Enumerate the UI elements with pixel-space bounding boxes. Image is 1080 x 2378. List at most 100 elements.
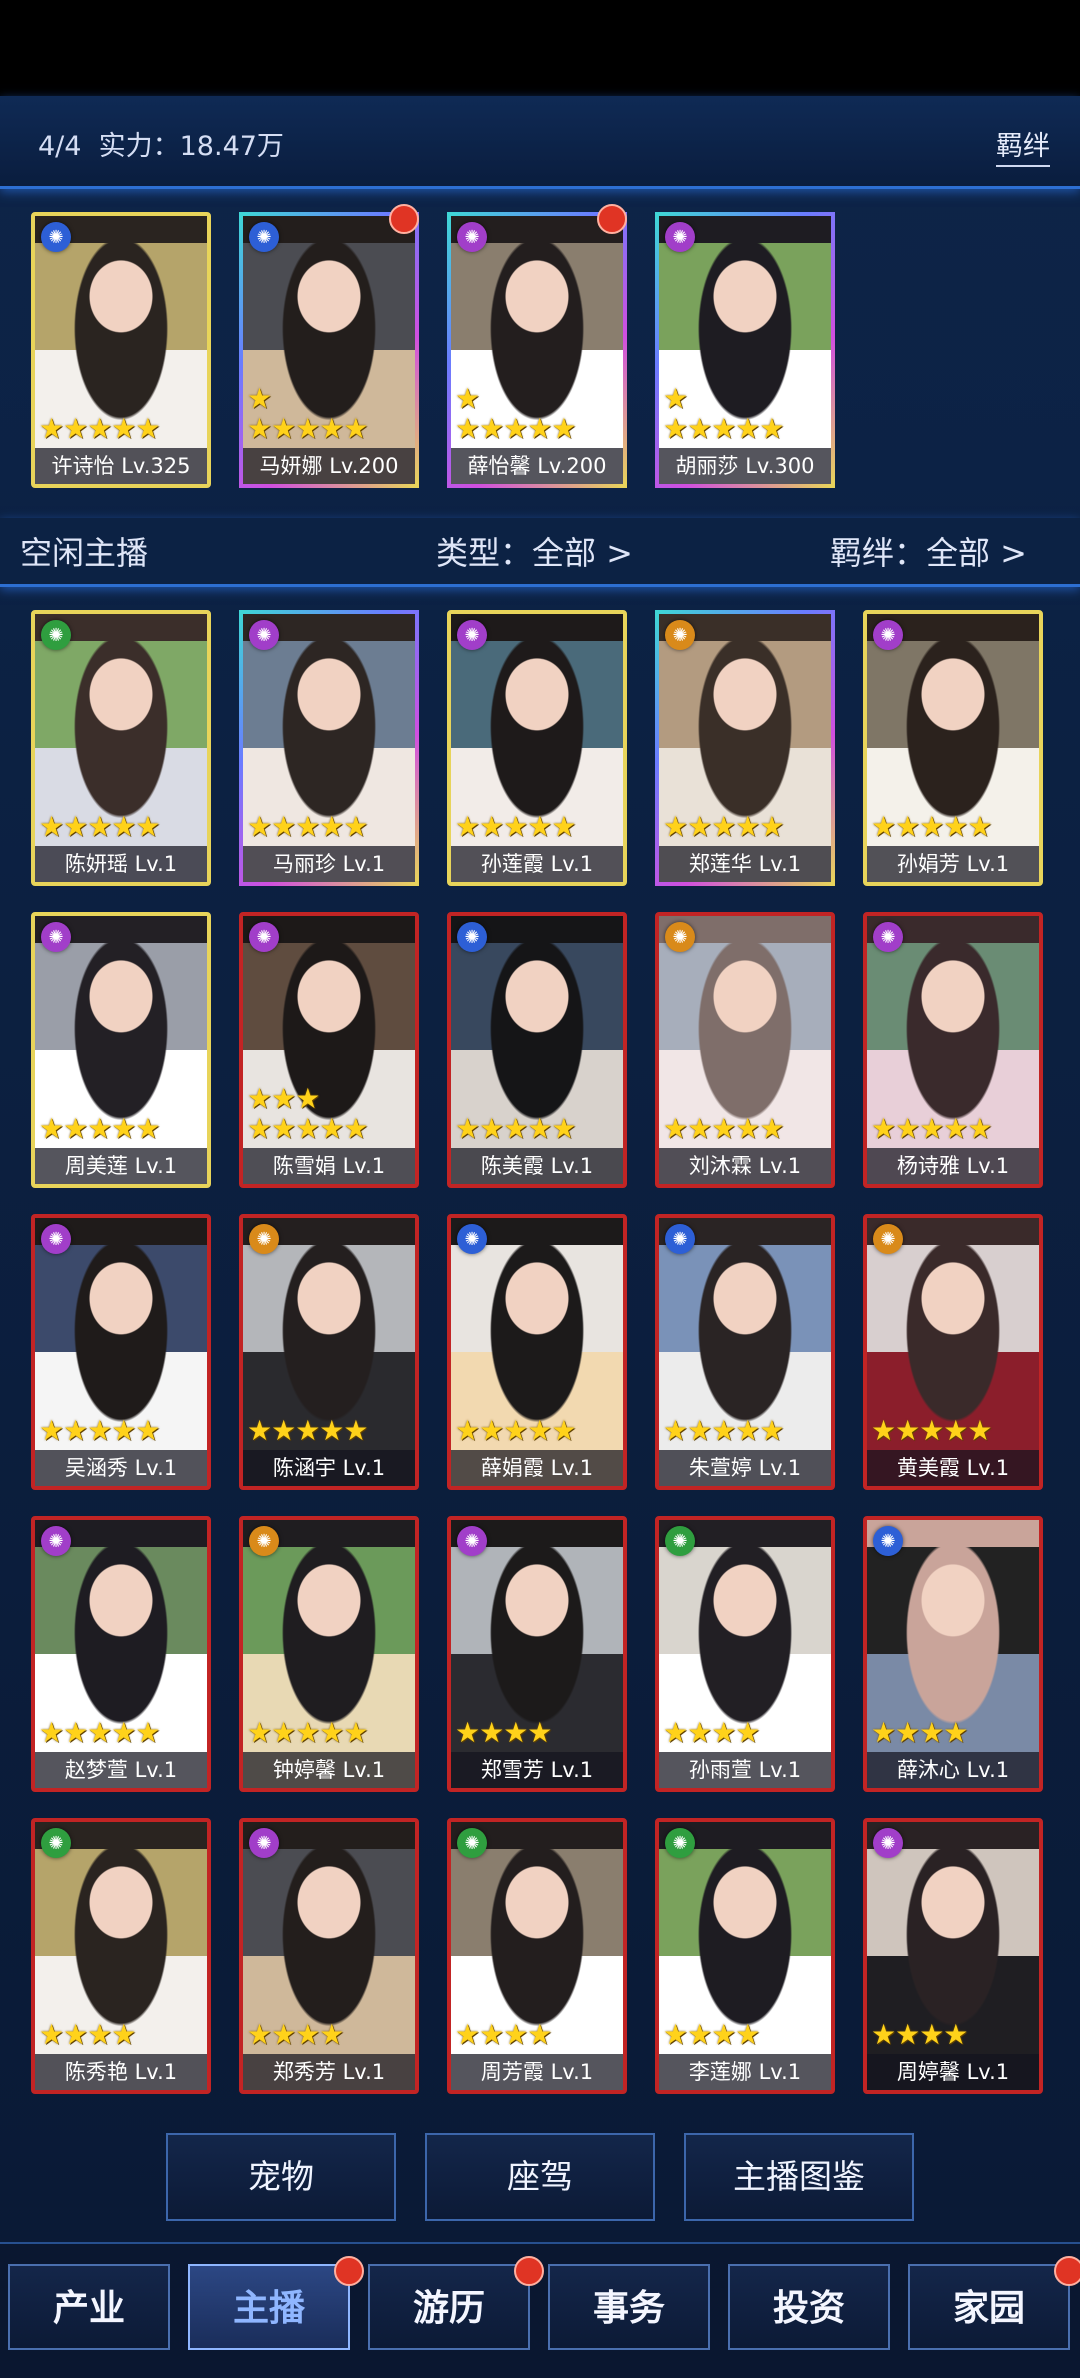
notification-badge	[597, 204, 627, 234]
streamer-name: 黄美霞 Lv.1	[867, 1450, 1039, 1486]
streamer-name: 薛娟霞 Lv.1	[451, 1450, 623, 1486]
nav-tab[interactable]: 家园	[908, 2264, 1070, 2350]
streamer-name: 胡丽莎 Lv.300	[659, 448, 831, 484]
green-element-icon: ✺	[41, 620, 71, 650]
assigned-streamer-card[interactable]: ✺ ★ ★★★★★ 胡丽莎 Lv.300	[655, 212, 835, 488]
nav-tab[interactable]: 投资	[728, 2264, 890, 2350]
notification-badge	[334, 2256, 364, 2286]
idle-streamer-card[interactable]: ✺ ★★★★★ 吴涵秀 Lv.1	[31, 1214, 211, 1490]
idle-streamer-card[interactable]: ✺ ★★★★ 孙雨萱 Lv.1	[655, 1516, 835, 1792]
star-rating: ★★★★★	[663, 1414, 785, 1447]
star-rating: ★★★★★	[663, 810, 785, 843]
streamer-name: 朱萱婷 Lv.1	[659, 1450, 831, 1486]
assigned-streamer-card[interactable]: ✺ ★★★★★ 许诗怡 Lv.325	[31, 212, 211, 488]
star-rating: ★★★★★	[39, 1414, 161, 1447]
star-rating: ★★★ ★★★★★	[247, 1082, 369, 1145]
info-text: 4/4 实力：18.47万	[38, 124, 284, 163]
star-rating: ★★★★★	[455, 1414, 577, 1447]
star-rating: ★★★★	[663, 1716, 760, 1749]
idle-streamer-card[interactable]: ✺ ★★★★ 郑雪芳 Lv.1	[447, 1516, 627, 1792]
streamer-catalog-button[interactable]: 主播图鉴	[684, 2133, 914, 2221]
blue-element-icon: ✺	[41, 222, 71, 252]
streamer-name: 周芳霞 Lv.1	[451, 2054, 623, 2090]
idle-streamer-card[interactable]: ✺ ★★★★★ 孙莲霞 Lv.1	[447, 610, 627, 886]
idle-streamer-card[interactable]: ✺ ★★★★ 郑秀芳 Lv.1	[239, 1818, 419, 2094]
idle-streamer-card[interactable]: ✺ ★★★★★ 赵梦萱 Lv.1	[31, 1516, 211, 1792]
streamer-name: 钟婷馨 Lv.1	[243, 1752, 415, 1788]
streamer-name: 许诗怡 Lv.325	[35, 448, 207, 484]
idle-streamer-card[interactable]: ✺ ★★★★★ 周美莲 Lv.1	[31, 912, 211, 1188]
blue-element-icon: ✺	[249, 222, 279, 252]
mount-button[interactable]: 座驾	[425, 2133, 655, 2221]
streamer-name: 马妍娜 Lv.200	[243, 448, 415, 484]
assigned-streamer-card[interactable]: ✺ ★ ★★★★★ 薛怡馨 Lv.200	[447, 212, 627, 488]
star-rating: ★ ★★★★★	[455, 382, 577, 445]
idle-streamer-card[interactable]: ✺ ★★★★★ 钟婷馨 Lv.1	[239, 1516, 419, 1792]
star-rating: ★★★★	[455, 2018, 552, 2051]
streamer-name: 杨诗雅 Lv.1	[867, 1148, 1039, 1184]
streamer-name: 孙娟芳 Lv.1	[867, 846, 1039, 882]
blue-element-icon: ✺	[457, 922, 487, 952]
streamer-name: 赵梦萱 Lv.1	[35, 1752, 207, 1788]
blue-element-icon: ✺	[873, 1526, 903, 1556]
idle-streamer-card[interactable]: ✺ ★★★★★ 朱萱婷 Lv.1	[655, 1214, 835, 1490]
star-rating: ★ ★★★★★	[247, 382, 369, 445]
star-rating: ★★★★	[871, 1716, 968, 1749]
star-rating: ★★★★★	[39, 1112, 161, 1145]
idle-streamer-card[interactable]: ✺ ★★★★★ 郑莲华 Lv.1	[655, 610, 835, 886]
assigned-streamer-card[interactable]: ✺ ★ ★★★★★ 马妍娜 Lv.200	[239, 212, 419, 488]
star-rating: ★★★★★	[39, 412, 161, 445]
idle-streamer-card[interactable]: ✺ ★★★★★ 杨诗雅 Lv.1	[863, 912, 1043, 1188]
nav-tab[interactable]: 主播	[188, 2264, 350, 2350]
nav-tab[interactable]: 游历	[368, 2264, 530, 2350]
streamer-name: 陈涵宇 Lv.1	[243, 1450, 415, 1486]
streamer-name: 陈雪娟 Lv.1	[243, 1148, 415, 1184]
star-rating: ★★★★	[39, 2018, 136, 2051]
star-rating: ★★★★★	[247, 810, 369, 843]
idle-streamer-card[interactable]: ✺ ★★★★★ 马丽珍 Lv.1	[239, 610, 419, 886]
purple-element-icon: ✺	[41, 1224, 71, 1254]
idle-streamer-card[interactable]: ✺ ★★★★ 薛沐心 Lv.1	[863, 1516, 1043, 1792]
idle-streamer-card[interactable]: ✺ ★★★★★ 陈涵宇 Lv.1	[239, 1214, 419, 1490]
idle-streamer-card[interactable]: ✺ ★★★★ 李莲娜 Lv.1	[655, 1818, 835, 2094]
assigned-count: 4/4	[38, 131, 82, 162]
nav-tab[interactable]: 事务	[548, 2264, 710, 2350]
purple-element-icon: ✺	[249, 1828, 279, 1858]
streamer-name: 郑雪芳 Lv.1	[451, 1752, 623, 1788]
purple-element-icon: ✺	[873, 922, 903, 952]
orange-element-icon: ✺	[665, 620, 695, 650]
bond-filter[interactable]: 羁绊：全部 >	[830, 528, 1027, 574]
idle-streamer-card[interactable]: ✺ ★★★★ 陈秀艳 Lv.1	[31, 1818, 211, 2094]
idle-streamer-card[interactable]: ✺ ★★★★★ 陈美霞 Lv.1	[447, 912, 627, 1188]
idle-streamer-card[interactable]: ✺ ★★★★ 周芳霞 Lv.1	[447, 1818, 627, 2094]
streamer-name: 陈妍瑶 Lv.1	[35, 846, 207, 882]
idle-streamer-card[interactable]: ✺ ★★★★ 周婷馨 Lv.1	[863, 1818, 1043, 2094]
purple-element-icon: ✺	[457, 222, 487, 252]
streamer-name: 薛沐心 Lv.1	[867, 1752, 1039, 1788]
idle-streamer-card[interactable]: ✺ ★★★ ★★★★★ 陈雪娟 Lv.1	[239, 912, 419, 1188]
notification-badge	[514, 2256, 544, 2286]
streamer-name: 陈美霞 Lv.1	[451, 1148, 623, 1184]
idle-streamer-card[interactable]: ✺ ★★★★★ 陈妍瑶 Lv.1	[31, 610, 211, 886]
star-rating: ★★★★★	[39, 1716, 161, 1749]
bond-button[interactable]: 羁绊	[996, 124, 1050, 167]
green-element-icon: ✺	[665, 1526, 695, 1556]
streamer-name: 马丽珍 Lv.1	[243, 846, 415, 882]
power-value: 实力：18.47万	[98, 131, 284, 162]
idle-streamer-card[interactable]: ✺ ★★★★★ 黄美霞 Lv.1	[863, 1214, 1043, 1490]
star-rating: ★★★★	[455, 1716, 552, 1749]
star-rating: ★★★★★	[39, 810, 161, 843]
nav-tab[interactable]: 产业	[8, 2264, 170, 2350]
blue-element-icon: ✺	[457, 1224, 487, 1254]
star-rating: ★★★★★	[871, 1414, 993, 1447]
pet-button[interactable]: 宠物	[166, 2133, 396, 2221]
idle-streamer-card[interactable]: ✺ ★★★★★ 刘沐霖 Lv.1	[655, 912, 835, 1188]
idle-streamer-card[interactable]: ✺ ★★★★★ 薛娟霞 Lv.1	[447, 1214, 627, 1490]
purple-element-icon: ✺	[457, 1526, 487, 1556]
purple-element-icon: ✺	[873, 1828, 903, 1858]
type-filter[interactable]: 类型：全部 >	[436, 528, 633, 574]
streamer-name: 孙雨萱 Lv.1	[659, 1752, 831, 1788]
streamer-name: 孙莲霞 Lv.1	[451, 846, 623, 882]
purple-element-icon: ✺	[873, 620, 903, 650]
idle-streamer-card[interactable]: ✺ ★★★★★ 孙娟芳 Lv.1	[863, 610, 1043, 886]
